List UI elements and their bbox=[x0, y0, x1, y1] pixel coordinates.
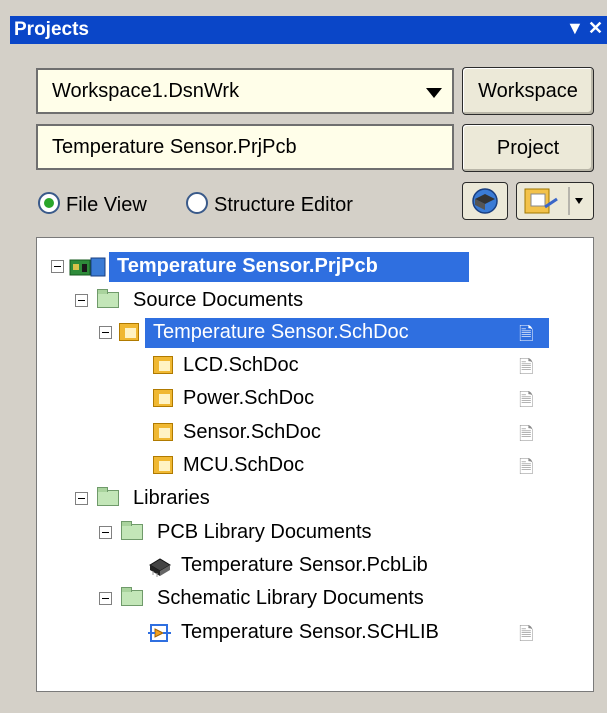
schematic-library-label: Temperature Sensor.SCHLIB bbox=[181, 621, 439, 643]
folder-icon bbox=[97, 289, 119, 308]
collapse-icon[interactable] bbox=[99, 526, 112, 539]
panel-title: Projects bbox=[14, 19, 89, 40]
collapse-icon[interactable] bbox=[99, 326, 112, 339]
compile-icon bbox=[472, 188, 498, 214]
folder-icon bbox=[97, 487, 119, 506]
structure-editor-label: Structure Editor bbox=[214, 194, 353, 216]
workspace-button[interactable]: Workspace bbox=[462, 67, 594, 115]
document-status-icon: 🗎 bbox=[519, 324, 534, 344]
collapse-icon[interactable] bbox=[51, 260, 64, 273]
panel-title-bar[interactable]: Projects ▼ ✕ bbox=[10, 16, 607, 44]
schematic-library-documents-label: Schematic Library Documents bbox=[157, 587, 424, 609]
document-status-icon: 🗎 bbox=[519, 424, 534, 444]
radio-unselected-icon bbox=[186, 192, 208, 214]
project-label: Temperature Sensor.PrjPcb bbox=[117, 255, 378, 277]
document-status-icon: 🗎 bbox=[519, 624, 534, 644]
tree-node-schematic-library-documents[interactable]: Schematic Library Documents bbox=[37, 584, 557, 614]
source-documents-label: Source Documents bbox=[133, 289, 304, 311]
folder-icon bbox=[121, 587, 143, 606]
folder-icon bbox=[121, 521, 143, 540]
tree-node-sheet[interactable]: Sensor.SchDoc 🗎 bbox=[37, 418, 557, 448]
tree-node-project[interactable]: Temperature Sensor.PrjPcb bbox=[37, 252, 557, 282]
top-sheet-label: Temperature Sensor.SchDoc bbox=[153, 321, 409, 343]
schematic-doc-icon bbox=[153, 423, 173, 441]
tree-node-pcb-library[interactable]: Temperature Sensor.PcbLib bbox=[37, 551, 557, 581]
panel-menu-icon[interactable]: ▼ bbox=[566, 18, 584, 39]
schematic-library-icon bbox=[148, 624, 171, 642]
pcb-library-icon bbox=[149, 558, 171, 577]
project-options-button[interactable] bbox=[516, 182, 594, 220]
sheet-label: LCD.SchDoc bbox=[183, 354, 299, 376]
compile-button[interactable] bbox=[462, 182, 508, 220]
pcb-library-label: Temperature Sensor.PcbLib bbox=[181, 554, 428, 576]
sheet-label: MCU.SchDoc bbox=[183, 454, 305, 476]
projects-panel: Projects ▼ ✕ Workspace1.DsnWrk Workspace… bbox=[0, 0, 607, 713]
panel-close-icon[interactable]: ✕ bbox=[588, 18, 603, 39]
tree-node-source-documents[interactable]: Source Documents bbox=[37, 286, 557, 316]
file-view-radio[interactable]: File View bbox=[38, 192, 147, 217]
collapse-icon[interactable] bbox=[75, 294, 88, 307]
radio-selected-icon bbox=[38, 192, 60, 214]
document-status-icon: 🗎 bbox=[519, 457, 534, 477]
workspace-select[interactable]: Workspace1.DsnWrk bbox=[36, 68, 454, 114]
project-field[interactable]: Temperature Sensor.PrjPcb bbox=[36, 124, 454, 170]
tree-node-sheet[interactable]: MCU.SchDoc 🗎 bbox=[37, 451, 557, 481]
file-view-label: File View bbox=[66, 194, 147, 216]
pcb-library-documents-label: PCB Library Documents bbox=[157, 521, 372, 543]
collapse-icon[interactable] bbox=[75, 492, 88, 505]
structure-editor-radio[interactable]: Structure Editor bbox=[186, 192, 353, 217]
tree-node-top-sheet[interactable]: Temperature Sensor.SchDoc 🗎 bbox=[37, 318, 557, 348]
document-status-icon: 🗎 bbox=[519, 390, 534, 410]
tree-node-pcb-library-documents[interactable]: PCB Library Documents bbox=[37, 518, 557, 548]
tree-node-sheet[interactable]: Power.SchDoc 🗎 bbox=[37, 384, 557, 414]
document-options-icon bbox=[524, 187, 583, 215]
collapse-icon[interactable] bbox=[99, 592, 112, 605]
sheet-label: Power.SchDoc bbox=[183, 387, 315, 409]
tree-node-libraries[interactable]: Libraries bbox=[37, 484, 557, 514]
project-value: Temperature Sensor.PrjPcb bbox=[52, 136, 297, 158]
schematic-doc-icon bbox=[119, 323, 139, 341]
schematic-doc-icon bbox=[153, 456, 173, 474]
tree-node-schematic-library[interactable]: Temperature Sensor.SCHLIB 🗎 bbox=[37, 618, 557, 648]
workspace-value: Workspace1.DsnWrk bbox=[52, 80, 240, 102]
schematic-doc-icon bbox=[153, 389, 173, 407]
libraries-label: Libraries bbox=[133, 487, 210, 509]
tree-node-sheet[interactable]: LCD.SchDoc 🗎 bbox=[37, 351, 557, 381]
document-status-icon: 🗎 bbox=[519, 357, 534, 377]
pcb-project-icon bbox=[69, 257, 106, 277]
project-button[interactable]: Project bbox=[462, 124, 594, 172]
chevron-down-icon[interactable] bbox=[426, 88, 442, 98]
schematic-doc-icon bbox=[153, 356, 173, 374]
sheet-label: Sensor.SchDoc bbox=[183, 421, 321, 443]
project-tree[interactable]: Temperature Sensor.PrjPcb Source Documen… bbox=[36, 237, 594, 692]
